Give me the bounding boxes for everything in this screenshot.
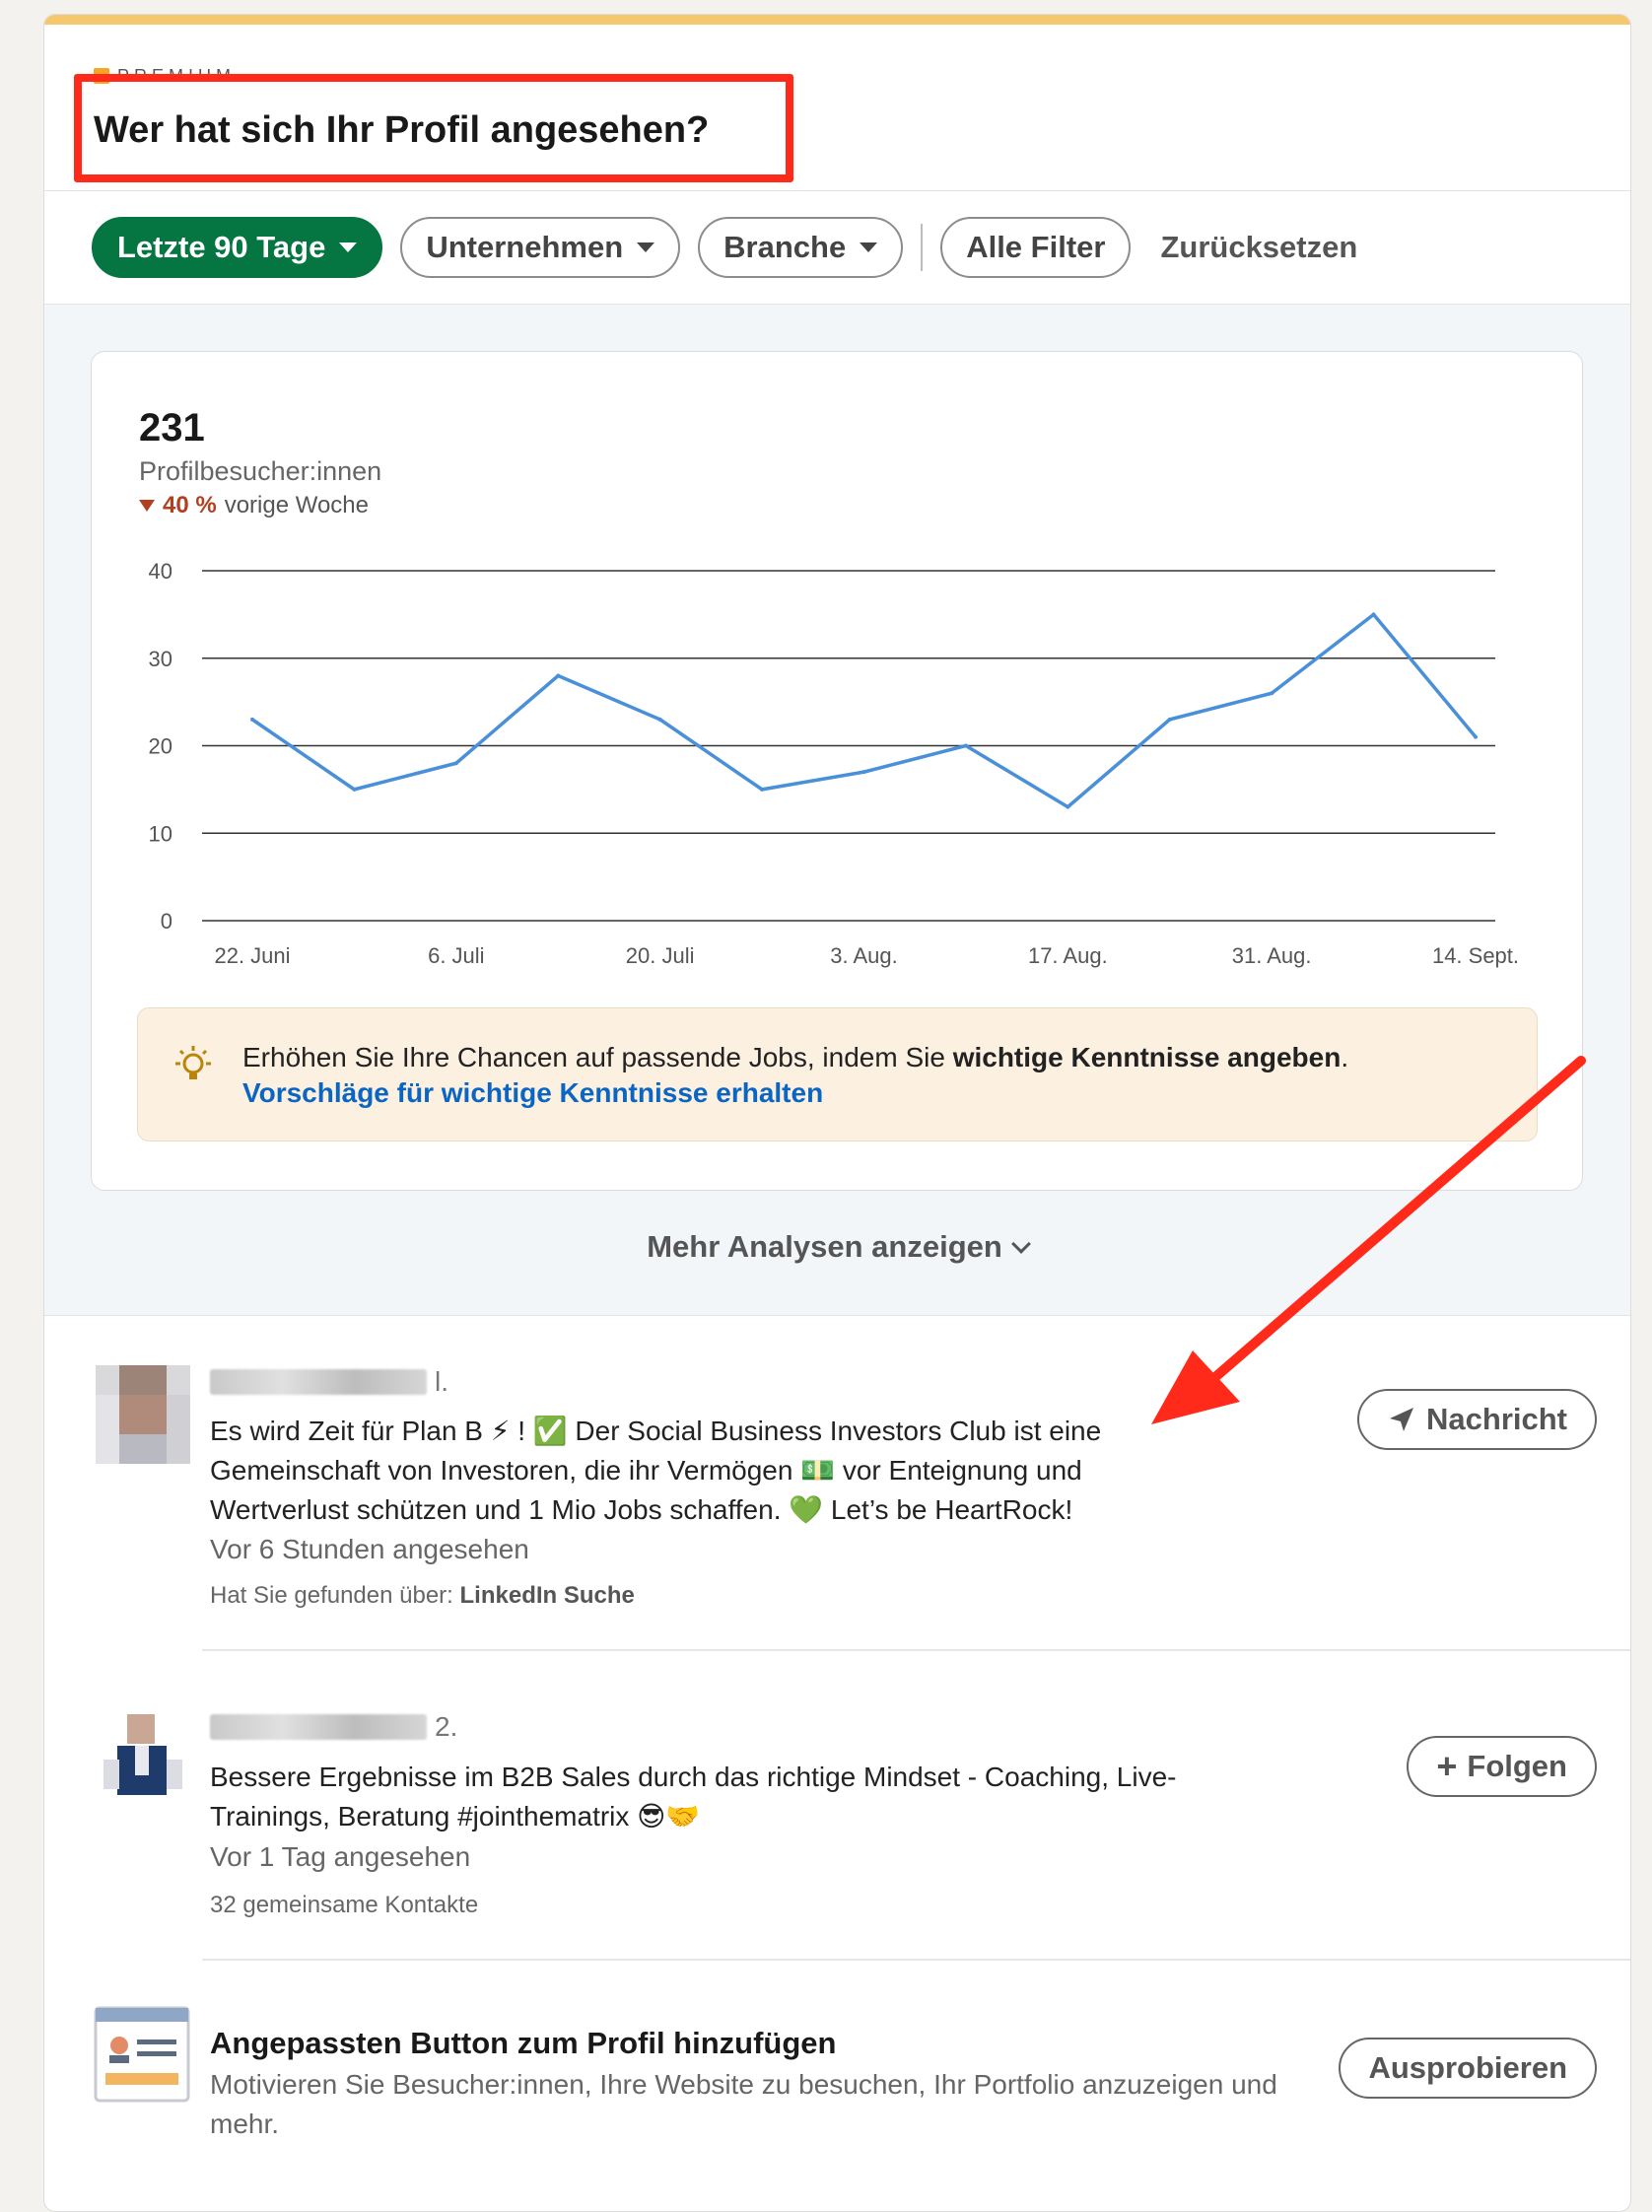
divider xyxy=(44,190,1630,191)
x-tick-label: 6. Juli xyxy=(428,943,484,968)
data-point xyxy=(657,717,662,722)
chart-card: 231 Profilbesucher:innen 40 % vorige Woc… xyxy=(91,351,1583,1191)
data-point xyxy=(1270,691,1274,696)
analytics-section: 231 Profilbesucher:innen 40 % vorige Woc… xyxy=(44,304,1630,1316)
blurred-name xyxy=(210,1369,427,1395)
caret-down-icon xyxy=(339,242,358,252)
y-tick-label: 20 xyxy=(149,734,172,759)
lightbulb-icon xyxy=(175,1046,211,1079)
found-via: Hat Sie gefunden über: LinkedIn Suche xyxy=(210,1582,635,1610)
profile-views-line-chart: 0 10 20 30 40 22. Juni 6. Juli 20. Juli 3. Aug. 1… xyxy=(149,559,1520,968)
viewer-name[interactable]: l. xyxy=(210,1365,448,1399)
company-filter-label: Unternehmen xyxy=(426,230,624,264)
reset-button[interactable]: Zurücksetzen xyxy=(1148,230,1369,265)
tip-text-bold: wichtige Kenntnisse angeben xyxy=(952,1042,1342,1072)
data-point xyxy=(453,761,458,766)
x-tick-label: 14. Sept. xyxy=(1432,943,1519,968)
viewer-headline: Es wird Zeit für Plan B ⚡ ! ✅ Der Social… xyxy=(210,1416,1102,1525)
viewer-headline: Bessere Ergebnisse im B2B Sales durch da… xyxy=(210,1762,1177,1832)
industry-filter-label: Branche xyxy=(723,230,847,264)
promo-description: Motivieren Sie Besucher:innen, Ihre Webs… xyxy=(210,2069,1277,2139)
viewer-name[interactable]: 2. xyxy=(210,1710,457,1744)
tip-text-suffix: . xyxy=(1341,1042,1349,1072)
try-it-button-label: Ausprobieren xyxy=(1368,2050,1567,2085)
blurred-name xyxy=(210,1714,427,1740)
skills-suggestions-link[interactable]: Vorschläge für wichtige Kenntnisse erhal… xyxy=(242,1075,823,1111)
series-line xyxy=(251,612,1478,809)
all-filters-label: Alle Filter xyxy=(966,230,1106,264)
tip-text: Erhöhen Sie Ihre Chancen auf passende Jo… xyxy=(242,1040,1348,1075)
profile-views-card: PREMIUM Wer hat sich Ihr Profil angesehe… xyxy=(43,14,1631,2212)
company-filter[interactable]: Unternehmen xyxy=(400,217,681,278)
x-tick-label: 20. Juli xyxy=(626,943,695,968)
name-suffix: 2. xyxy=(435,1711,458,1742)
follow-button[interactable]: + Folgen xyxy=(1407,1736,1597,1797)
all-filters-button[interactable]: Alle Filter xyxy=(940,217,1132,278)
time-range-filter[interactable]: Letzte 90 Tage xyxy=(92,217,383,278)
y-tick-label: 10 xyxy=(149,821,172,846)
message-button[interactable]: Nachricht xyxy=(1357,1389,1597,1450)
found-via-source: LinkedIn Suche xyxy=(459,1582,635,1609)
visitor-count: 231 xyxy=(139,406,205,449)
avatar xyxy=(96,1710,190,1809)
data-point xyxy=(1371,612,1376,617)
x-tick-label: 3. Aug. xyxy=(830,943,898,968)
data-point xyxy=(1474,734,1478,739)
avatar xyxy=(96,1365,190,1464)
promo-title: Angepassten Button zum Profil hinzufügen xyxy=(210,2026,837,2060)
data-point xyxy=(963,743,968,748)
chevron-down-icon xyxy=(1010,1234,1031,1254)
x-tick-label: 22. Juni xyxy=(214,943,290,968)
tip-banner: Erhöhen Sie Ihre Chancen auf passende Jo… xyxy=(137,1007,1538,1141)
follow-button-label: Folgen xyxy=(1467,1749,1567,1783)
data-point xyxy=(250,717,254,722)
name-suffix: l. xyxy=(435,1366,448,1397)
caret-down-icon xyxy=(860,242,878,252)
premium-accent-bar xyxy=(44,15,1630,25)
annotation-highlight-box xyxy=(74,74,793,182)
filter-bar: Letzte 90 Tage Unternehmen Branche Alle … xyxy=(92,212,1369,283)
x-tick-label: 31. Aug. xyxy=(1232,943,1312,968)
y-tick-label: 0 xyxy=(161,909,172,933)
change-value: 40 % xyxy=(163,492,217,518)
filter-separator xyxy=(921,224,924,271)
viewed-time: Vor 6 Stunden angesehen xyxy=(210,1534,529,1564)
message-button-label: Nachricht xyxy=(1426,1402,1567,1436)
x-tick-label: 17. Aug. xyxy=(1028,943,1108,968)
industry-filter[interactable]: Branche xyxy=(698,217,904,278)
data-point xyxy=(352,787,357,792)
viewer-item: 2. Bessere Ergebnisse im B2B Sales durch… xyxy=(44,1700,1630,1947)
divider xyxy=(202,1649,1630,1651)
data-point xyxy=(556,673,561,678)
y-tick-label: 30 xyxy=(149,647,172,671)
caret-down-icon xyxy=(637,242,655,252)
divider xyxy=(202,1959,1630,1961)
data-point xyxy=(861,770,866,775)
visitor-change: 40 % vorige Woche xyxy=(139,492,369,519)
data-point xyxy=(1066,804,1070,809)
change-label: vorige Woche xyxy=(224,492,369,518)
trend-down-icon xyxy=(139,500,155,512)
more-analytics-button[interactable]: Mehr Analysen anzeigen xyxy=(44,1229,1630,1265)
send-icon xyxy=(1390,1408,1414,1431)
more-analytics-label: Mehr Analysen anzeigen xyxy=(647,1229,1002,1264)
data-point xyxy=(1167,717,1172,722)
try-it-button[interactable]: Ausprobieren xyxy=(1339,2038,1597,2099)
viewer-item: l. Es wird Zeit für Plan B ⚡ ! ✅ Der Soc… xyxy=(44,1355,1630,1651)
time-range-label: Letzte 90 Tage xyxy=(117,230,326,264)
tip-text-prefix: Erhöhen Sie Ihre Chancen auf passende Jo… xyxy=(242,1042,953,1072)
viewed-time: Vor 1 Tag angesehen xyxy=(210,1841,471,1872)
y-tick-label: 40 xyxy=(149,559,172,584)
found-via-prefix: Hat Sie gefunden über: xyxy=(210,1582,460,1609)
mutual-connections: 32 gemeinsame Kontakte xyxy=(210,1892,479,1918)
profile-button-icon xyxy=(94,2006,190,2103)
data-point xyxy=(760,787,765,792)
promo-item: Angepassten Button zum Profil hinzufügen… xyxy=(44,2006,1630,2203)
visitor-count-label: Profilbesucher:innen xyxy=(139,456,382,486)
plus-icon: + xyxy=(1436,1746,1458,1786)
